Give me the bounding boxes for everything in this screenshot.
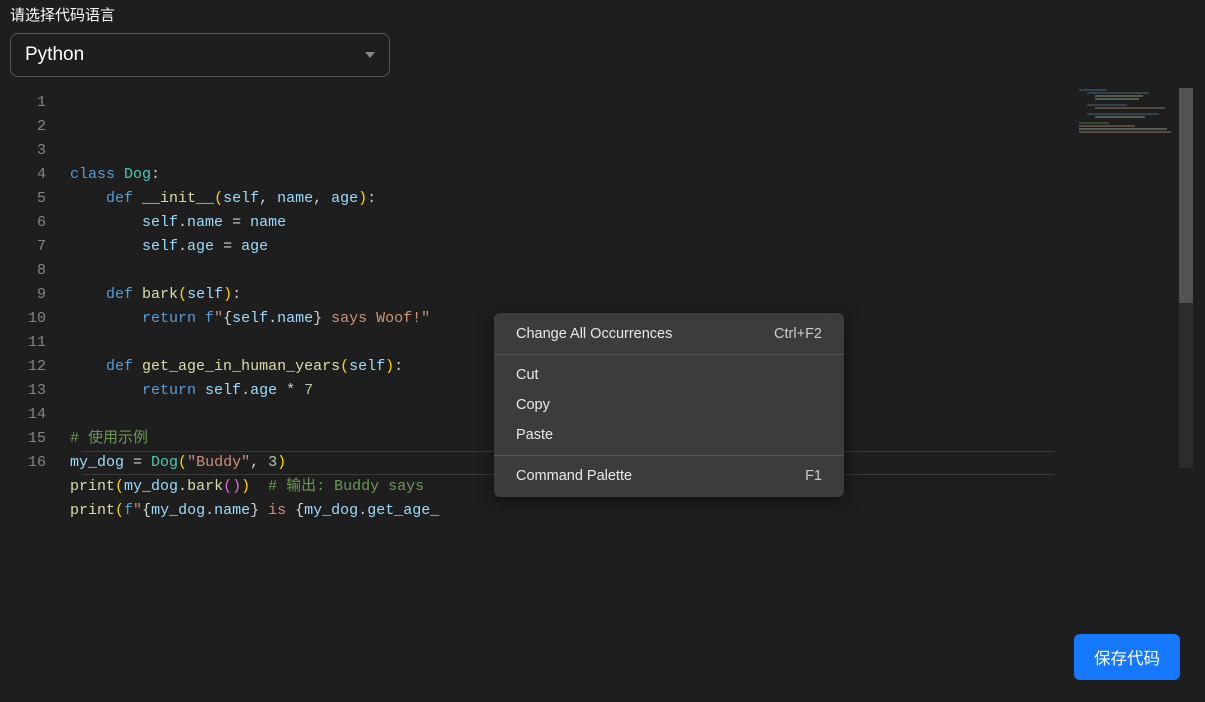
chevron-down-icon <box>365 52 375 58</box>
code-line[interactable] <box>70 259 1205 283</box>
line-number: 11 <box>0 331 46 355</box>
line-number: 4 <box>0 163 46 187</box>
code-line[interactable]: self.age = age <box>70 235 1205 259</box>
code-line[interactable]: def bark(self): <box>70 283 1205 307</box>
context-menu-item-label: Cut <box>516 367 539 383</box>
code-line[interactable] <box>70 523 1205 547</box>
context-menu-item[interactable]: Paste <box>494 420 844 450</box>
context-menu-item-shortcut: F1 <box>805 468 822 484</box>
line-number: 12 <box>0 355 46 379</box>
code-line[interactable]: print(f"{my_dog.name} is {my_dog.get_age… <box>70 499 1205 523</box>
line-number: 6 <box>0 211 46 235</box>
context-menu-separator <box>494 455 844 456</box>
line-number: 1 <box>0 91 46 115</box>
save-button[interactable]: 保存代码 <box>1074 634 1180 680</box>
line-number: 9 <box>0 283 46 307</box>
language-label: 请选择代码语言 <box>0 0 1205 29</box>
vertical-scrollbar[interactable] <box>1179 88 1193 468</box>
context-menu-item-label: Copy <box>516 397 550 413</box>
line-number: 15 <box>0 427 46 451</box>
line-number: 8 <box>0 259 46 283</box>
line-number: 10 <box>0 307 46 331</box>
code-line[interactable]: class Dog: <box>70 163 1205 187</box>
code-line[interactable]: self.name = name <box>70 211 1205 235</box>
line-number: 7 <box>0 235 46 259</box>
context-menu-item-label: Change All Occurrences <box>516 326 672 342</box>
context-menu-item[interactable]: Copy <box>494 390 844 420</box>
line-number: 5 <box>0 187 46 211</box>
context-menu-item[interactable]: Command Palette F1 <box>494 461 844 491</box>
context-menu-separator <box>494 354 844 355</box>
context-menu-item-label: Paste <box>516 427 553 443</box>
language-selected-value: Python <box>25 44 84 66</box>
line-number: 14 <box>0 403 46 427</box>
line-number: 13 <box>0 379 46 403</box>
line-number: 2 <box>0 115 46 139</box>
line-number: 3 <box>0 139 46 163</box>
context-menu-item-label: Command Palette <box>516 468 632 484</box>
context-menu-item-shortcut: Ctrl+F2 <box>774 326 822 342</box>
context-menu-item[interactable]: Change All Occurrences Ctrl+F2 <box>494 319 844 349</box>
line-number-gutter: 12345678910111213141516 <box>0 87 70 647</box>
line-number: 16 <box>0 451 46 475</box>
language-select[interactable]: Python <box>10 33 390 77</box>
minimap[interactable] <box>1079 88 1179 148</box>
code-line[interactable]: def __init__(self, name, age): <box>70 187 1205 211</box>
context-menu[interactable]: Change All Occurrences Ctrl+F2 Cut Copy Past… <box>494 313 844 497</box>
context-menu-item[interactable]: Cut <box>494 360 844 390</box>
scrollbar-thumb[interactable] <box>1179 88 1193 303</box>
